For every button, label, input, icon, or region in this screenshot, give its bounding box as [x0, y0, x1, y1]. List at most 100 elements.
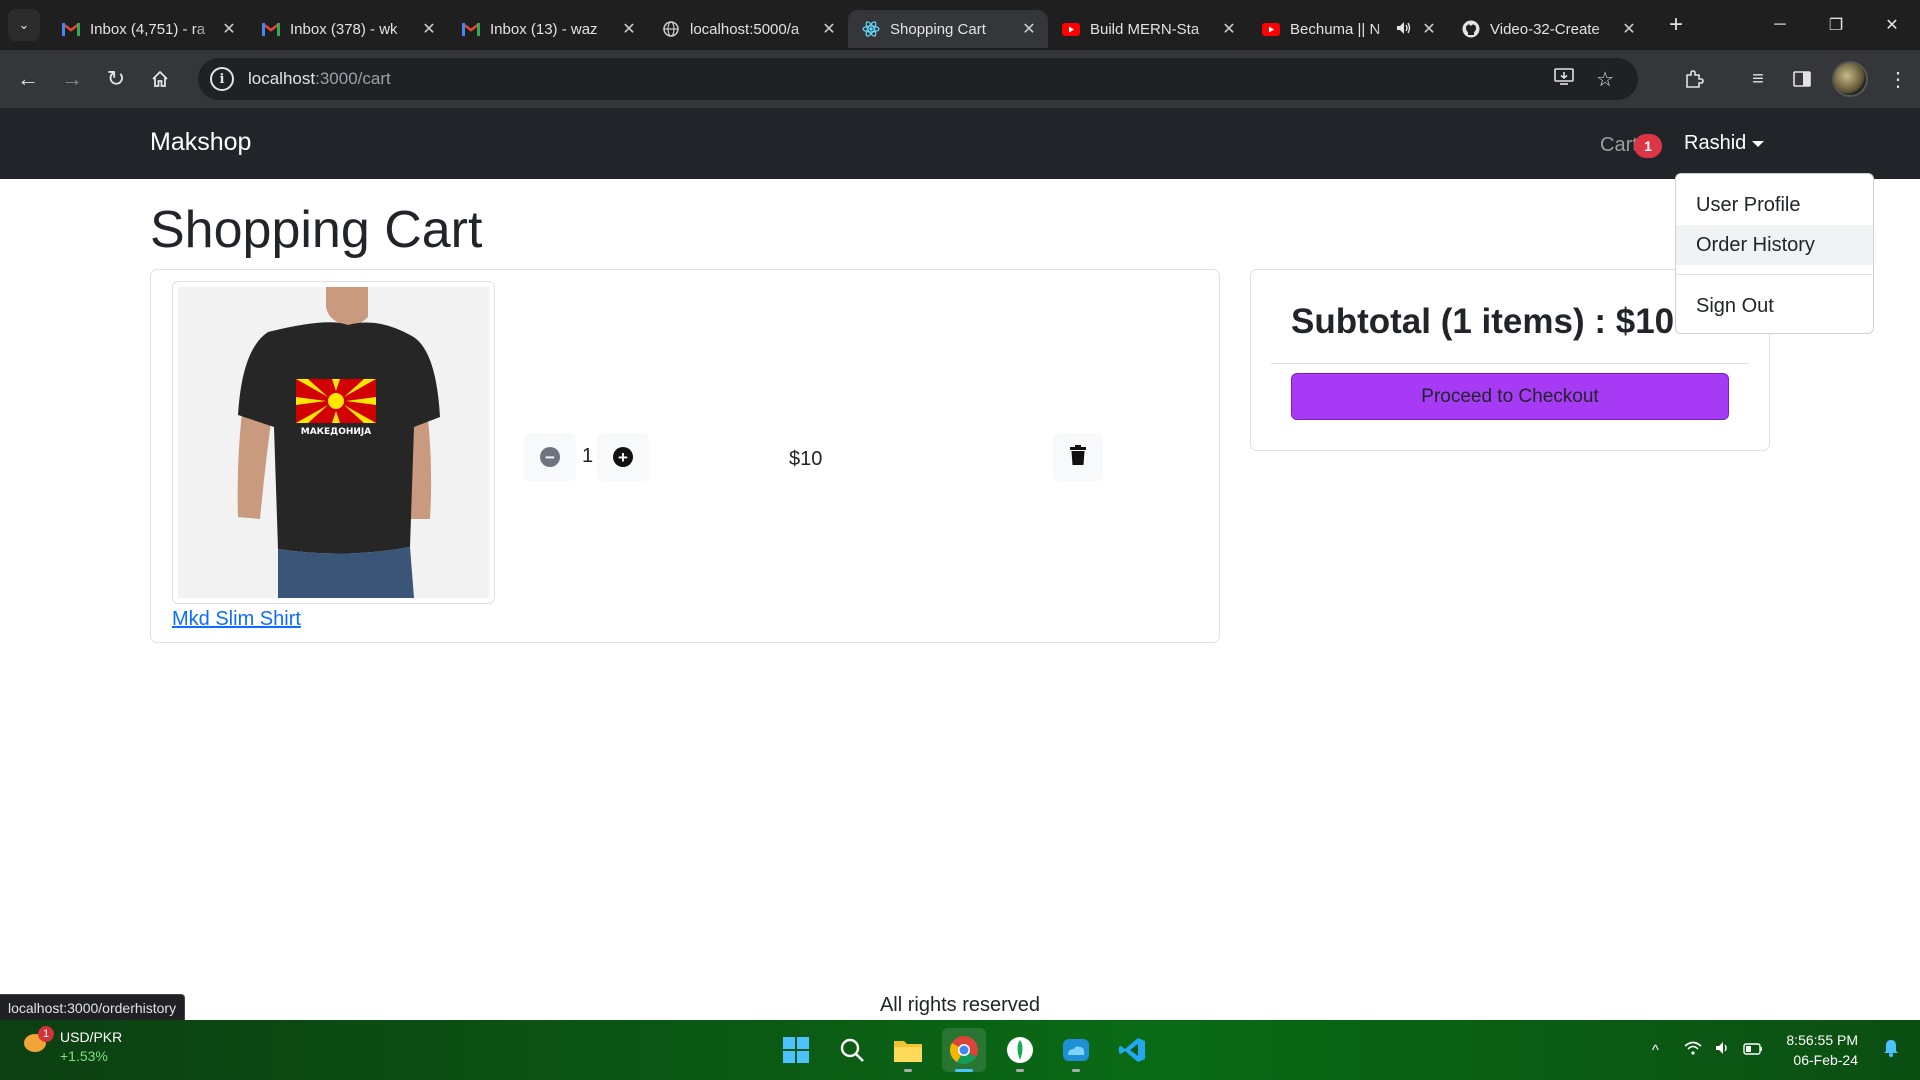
side-panel-icon[interactable]: [1780, 71, 1824, 87]
start-button[interactable]: [774, 1028, 818, 1072]
close-tab-icon[interactable]: ✕: [1420, 19, 1438, 39]
chevron-up-icon[interactable]: ^: [1640, 1042, 1670, 1059]
mongodb-icon: [1007, 1037, 1033, 1063]
remove-item-button[interactable]: [1053, 433, 1103, 481]
cloud-app-icon: [1063, 1039, 1089, 1061]
close-tab-icon[interactable]: ✕: [420, 19, 438, 39]
page-title: Shopping Cart: [150, 201, 483, 259]
globe-icon: [662, 20, 680, 38]
media-controls-icon[interactable]: ≡: [1736, 68, 1780, 91]
checkout-button[interactable]: Proceed to Checkout: [1291, 373, 1729, 420]
omnibox-actions: ☆: [1554, 58, 1614, 100]
tab-youtube-bechuma[interactable]: Bechuma || N ✕: [1248, 10, 1448, 48]
taskbar-chrome[interactable]: [942, 1028, 986, 1072]
product-name-link[interactable]: Mkd Slim Shirt: [172, 608, 301, 631]
window-controls: ─ ❐ ✕: [1752, 0, 1920, 50]
tab-gmail-3[interactable]: Inbox (13) - waz ✕: [448, 10, 648, 48]
taskbar-search[interactable]: [830, 1028, 874, 1072]
menu-item-sign-out[interactable]: Sign Out: [1676, 286, 1873, 326]
item-price: $10: [789, 448, 823, 470]
browser-menu-icon[interactable]: ⋮: [1876, 67, 1920, 92]
wifi-icon[interactable]: [1678, 1041, 1708, 1059]
increase-quantity-button[interactable]: +: [597, 433, 649, 481]
brand-logo[interactable]: Makshop: [150, 128, 251, 157]
taskbar-mongodb-compass[interactable]: [998, 1028, 1042, 1072]
search-icon: [840, 1038, 864, 1062]
new-tab-button[interactable]: +: [1662, 11, 1690, 39]
github-icon: [1462, 20, 1480, 38]
tab-github-video[interactable]: Video-32-Create ✕: [1448, 10, 1648, 48]
folder-icon: [894, 1041, 922, 1062]
product-thumbnail: МАКЕДОНИЈА: [172, 281, 495, 604]
restore-icon[interactable]: ❐: [1808, 0, 1864, 50]
taskbar-apps: [774, 1020, 1154, 1080]
forward-arrow-icon[interactable]: →: [50, 57, 94, 101]
close-window-icon[interactable]: ✕: [1864, 0, 1920, 50]
reload-icon[interactable]: ↻: [94, 57, 138, 101]
battery-icon[interactable]: [1738, 1042, 1768, 1059]
youtube-icon: [1262, 20, 1280, 38]
close-tab-icon[interactable]: ✕: [820, 19, 838, 39]
system-clock[interactable]: 8:56:55 PM 06-Feb-24: [1786, 1030, 1858, 1070]
taskbar-vscode[interactable]: [1110, 1028, 1154, 1072]
decrease-quantity-button[interactable]: −: [524, 433, 576, 481]
windows-icon: [783, 1037, 809, 1063]
close-tab-icon[interactable]: ✕: [1220, 19, 1238, 39]
install-app-icon[interactable]: [1554, 67, 1574, 91]
cart-count-badge: 1: [1634, 134, 1662, 158]
ticker-change: +1.53%: [60, 1048, 108, 1064]
close-tab-icon[interactable]: ✕: [1020, 19, 1038, 39]
close-tab-icon[interactable]: ✕: [220, 19, 238, 39]
weather-icon: 1: [22, 1026, 54, 1054]
tab-strip: Inbox (4,751) - ra ✕ Inbox (378) - wk ✕ …: [48, 0, 1648, 50]
taskbar-cloud-app[interactable]: [1054, 1028, 1098, 1072]
tab-gmail-2[interactable]: Inbox (378) - wk ✕: [248, 10, 448, 48]
chevron-down-icon: ⌄: [18, 17, 30, 32]
quantity-value: 1: [582, 445, 594, 467]
address-url[interactable]: localhost:3000/cart: [248, 69, 391, 89]
toolbar-right: ≡ ⋮: [1672, 50, 1920, 108]
gmail-icon: [262, 20, 280, 38]
ticker-symbol: USD/PKR: [60, 1029, 123, 1045]
youtube-icon: [1062, 20, 1080, 38]
profile-avatar[interactable]: [1832, 61, 1868, 97]
speaker-icon[interactable]: [1396, 21, 1412, 38]
bookmark-star-icon[interactable]: ☆: [1596, 67, 1614, 92]
site-info-icon[interactable]: i: [210, 67, 234, 91]
subtotal-text: Subtotal (1 items) : $10: [1291, 302, 1675, 341]
user-dropdown-toggle[interactable]: Rashid: [1684, 132, 1765, 155]
caret-down-icon: [1752, 140, 1765, 147]
cart-items-card: МАКЕДОНИЈА Mkd Slim Shirt − 1 + $10: [150, 269, 1220, 643]
minimize-icon[interactable]: ─: [1752, 0, 1808, 50]
user-dropdown-menu: User Profile Order History Sign Out: [1675, 173, 1874, 334]
summary-divider: [1271, 363, 1749, 364]
back-arrow-icon[interactable]: ←: [6, 57, 50, 101]
volume-icon[interactable]: [1708, 1041, 1738, 1059]
shirt-print-text: МАКЕДОНИЈА: [300, 427, 372, 437]
home-icon[interactable]: [138, 57, 182, 101]
tab-localhost-api[interactable]: localhost:5000/a ✕: [648, 10, 848, 48]
gmail-icon: [62, 20, 80, 38]
taskbar-file-explorer[interactable]: [886, 1028, 930, 1072]
chrome-icon: [950, 1036, 978, 1064]
ticker-widget[interactable]: 1 USD/PKR +1.53%: [22, 1026, 123, 1066]
tab-shopping-cart[interactable]: Shopping Cart ✕: [848, 10, 1048, 48]
close-tab-icon[interactable]: ✕: [620, 19, 638, 39]
browser-toolbar: ← → ↻ i localhost:3000/cart ☆ ≡ ⋮: [0, 50, 1920, 108]
close-tab-icon[interactable]: ✕: [1620, 19, 1638, 39]
footer-text: All rights reserved: [879, 994, 1041, 1016]
address-bar[interactable]: i localhost:3000/cart ☆: [198, 58, 1638, 100]
vscode-icon: [1119, 1038, 1145, 1062]
site-navbar: Makshop Cart 1 Rashid: [0, 108, 1920, 179]
extensions-icon[interactable]: [1672, 69, 1716, 89]
menu-item-user-profile[interactable]: User Profile: [1676, 185, 1873, 225]
minus-circle-icon: −: [540, 447, 560, 467]
notification-bell-icon[interactable]: [1876, 1039, 1906, 1062]
tab-search-button[interactable]: ⌄: [8, 9, 40, 41]
tab-youtube-mern[interactable]: Build MERN-Sta ✕: [1048, 10, 1248, 48]
tab-gmail-1[interactable]: Inbox (4,751) - ra ✕: [48, 10, 248, 48]
cart-link[interactable]: Cart: [1600, 134, 1638, 157]
menu-item-order-history[interactable]: Order History: [1676, 225, 1873, 265]
browser-tab-bar: ⌄ Inbox (4,751) - ra ✕ Inbox (378) - wk …: [0, 0, 1920, 50]
gmail-icon: [462, 20, 480, 38]
